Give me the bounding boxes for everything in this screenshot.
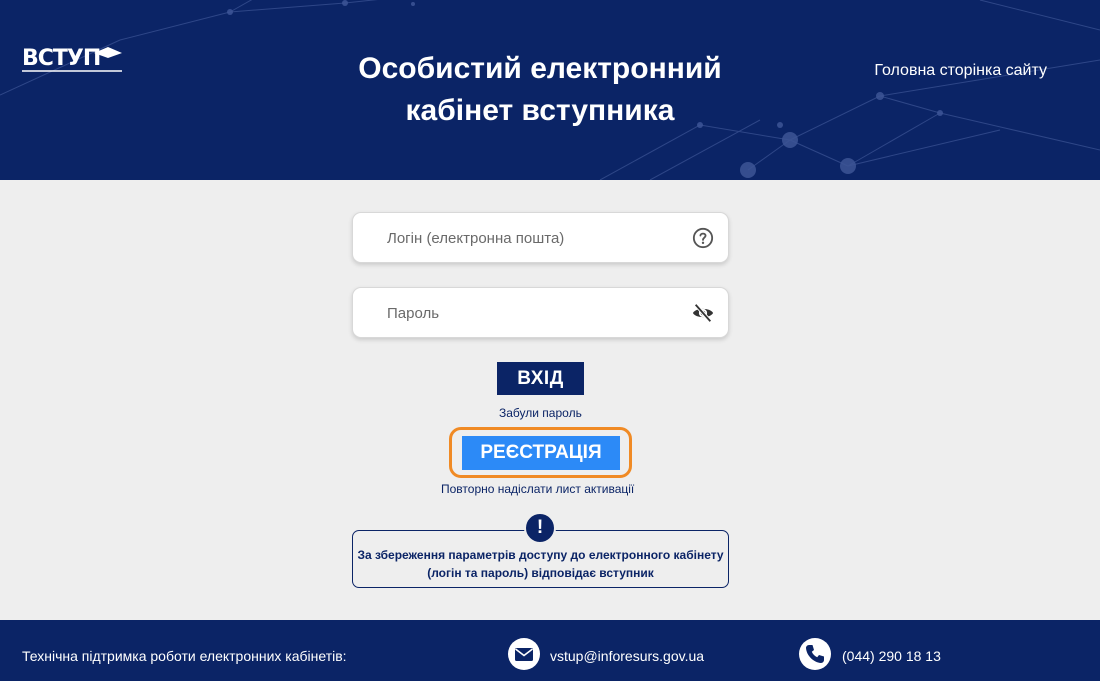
exclamation-icon: ! bbox=[524, 512, 556, 544]
register-button[interactable]: РЕЄСТРАЦІЯ bbox=[462, 436, 620, 470]
page-title: Особистий електронний кабінет вступника bbox=[300, 48, 780, 132]
page-title-line-2: кабінет вступника bbox=[405, 94, 675, 127]
login-button[interactable]: ВХІД bbox=[497, 362, 584, 395]
login-field[interactable] bbox=[352, 212, 729, 263]
support-email-link[interactable]: vstup@inforesurs.gov.ua bbox=[550, 648, 704, 664]
vstup-logo[interactable]: ВСТУП bbox=[22, 44, 122, 74]
support-phone-link[interactable]: (044) 290 18 13 bbox=[842, 648, 941, 664]
home-page-link[interactable]: Головна сторінка сайту bbox=[874, 62, 1047, 80]
password-field[interactable] bbox=[352, 287, 729, 338]
site-header: ВСТУП Особистий електронний кабінет всту… bbox=[0, 0, 1100, 180]
forgot-password-link[interactable]: Забули пароль bbox=[499, 406, 582, 420]
envelope-icon bbox=[508, 638, 540, 670]
site-footer: Технічна підтримка роботи електронних ка… bbox=[0, 620, 1100, 681]
password-input[interactable] bbox=[387, 302, 687, 324]
phone-icon bbox=[799, 638, 831, 670]
login-input[interactable] bbox=[387, 227, 687, 249]
notice-line-2: (логін та пароль) відповідає вступник bbox=[427, 566, 654, 580]
notice-line-1: За збереження параметрів доступу до елек… bbox=[357, 548, 724, 562]
eye-slash-icon[interactable] bbox=[692, 302, 714, 324]
resend-activation-link[interactable]: Повторно надіслати лист активації bbox=[441, 482, 634, 496]
graduation-cap-icon bbox=[22, 47, 122, 72]
support-label: Технічна підтримка роботи електронних ка… bbox=[22, 648, 347, 664]
page-title-line-1: Особистий електронний bbox=[358, 52, 722, 85]
question-circle-icon[interactable] bbox=[692, 227, 714, 249]
